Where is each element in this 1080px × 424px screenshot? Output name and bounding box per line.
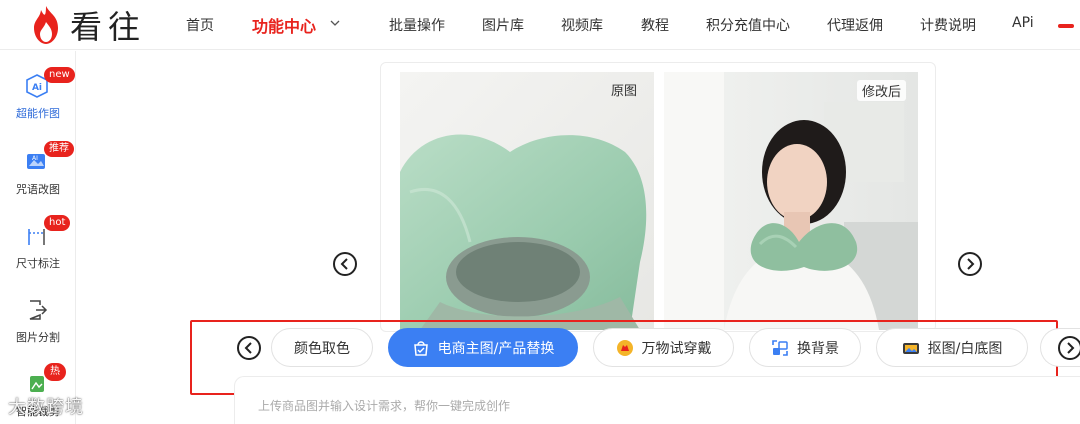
nav-right-accent bbox=[1058, 24, 1074, 28]
sidebar-item-label: 图片分割 bbox=[16, 331, 60, 344]
prompt-placeholder[interactable]: 上传商品图并输入设计需求，帮你一键完成创作 bbox=[258, 397, 510, 414]
nav-pricing[interactable]: 计费说明 bbox=[920, 15, 976, 35]
chevron-right-icon bbox=[967, 258, 975, 270]
recommend-badge: 推荐 bbox=[44, 141, 74, 157]
nav-affiliate[interactable]: 代理返佣 bbox=[827, 15, 883, 35]
nav-batch[interactable]: 批量操作 bbox=[389, 15, 445, 35]
modified-image bbox=[664, 72, 918, 330]
flame-logo-icon bbox=[34, 6, 58, 44]
tab-label: 颜色取色 bbox=[294, 340, 350, 357]
tab-change-background[interactable]: 换背景 bbox=[749, 328, 861, 367]
swap-background-icon bbox=[772, 339, 788, 356]
nav-video-library[interactable]: 视频库 bbox=[561, 15, 603, 35]
sidebar-item-prompt-edit[interactable]: AI 推荐 咒语改图 bbox=[0, 141, 76, 205]
brand-name: 看往 bbox=[70, 8, 147, 46]
nav-image-library[interactable]: 图片库 bbox=[482, 15, 524, 35]
tab-label: 换背景 bbox=[797, 340, 839, 357]
original-label: 原图 bbox=[611, 84, 638, 99]
sidebar: Ai new 超能作图 AI 推荐 咒语改图 hot 尺寸标注 图片分割 热 智… bbox=[0, 51, 76, 424]
tabs-prev-button[interactable] bbox=[237, 336, 261, 360]
shopping-bag-icon bbox=[413, 340, 428, 356]
sidebar-item-image-split[interactable]: 图片分割 bbox=[0, 291, 76, 353]
tab-ecommerce-product-replace[interactable]: 电商主图/产品替换 bbox=[388, 328, 578, 367]
sidebar-item-label: 超能作图 bbox=[16, 107, 60, 120]
sidebar-item-size-annotation[interactable]: hot 尺寸标注 bbox=[0, 215, 76, 279]
tab-label: 万物试穿戴 bbox=[641, 340, 712, 357]
sidebar-item-label: 尺寸标注 bbox=[16, 257, 60, 270]
tab-label: 电商主图/产品替换 bbox=[437, 340, 555, 357]
modified-label: 修改后 bbox=[857, 80, 907, 101]
watermark: 大数跨境 bbox=[8, 397, 84, 418]
tabs-next-button[interactable] bbox=[1058, 336, 1080, 360]
hot-badge: hot bbox=[44, 215, 71, 231]
nav-home[interactable]: 首页 bbox=[186, 15, 214, 35]
original-image bbox=[400, 72, 654, 330]
tab-virtual-try-on[interactable]: 万物试穿戴 bbox=[593, 328, 734, 367]
tab-color-picker[interactable]: 颜色取色 bbox=[271, 328, 373, 367]
cutout-icon bbox=[902, 342, 919, 354]
tab-cutout-white-background[interactable]: 抠图/白底图 bbox=[876, 328, 1028, 367]
chevron-left-icon bbox=[244, 342, 252, 354]
chevron-down-icon[interactable] bbox=[330, 17, 340, 29]
svg-text:Ai: Ai bbox=[32, 83, 42, 93]
top-navbar: 看往 首页 功能中心 批量操作 图片库 视频库 教程 积分充值中心 代理返佣 计… bbox=[0, 0, 1080, 50]
model-wearing-pillow-image bbox=[664, 72, 918, 330]
chevron-left-icon bbox=[340, 258, 348, 270]
svg-text:AI: AI bbox=[32, 155, 38, 162]
neck-pillow-image bbox=[400, 72, 654, 330]
chevron-right-icon bbox=[1067, 342, 1075, 354]
nav-recharge[interactable]: 积分充值中心 bbox=[706, 15, 790, 35]
logo[interactable]: 看往 bbox=[28, 2, 146, 48]
nav-tutorial[interactable]: 教程 bbox=[641, 15, 669, 35]
before-after-card: 原图 修改后 bbox=[380, 62, 936, 332]
tab-label: 抠图/白底图 bbox=[927, 340, 1003, 357]
split-icon bbox=[29, 300, 48, 320]
nav-feature-center[interactable]: 功能中心 bbox=[252, 13, 316, 37]
new-badge: new bbox=[44, 67, 75, 83]
try-on-icon bbox=[616, 339, 633, 356]
carousel-prev-button[interactable] bbox=[333, 252, 357, 276]
sidebar-item-super-draw[interactable]: Ai new 超能作图 bbox=[0, 67, 76, 131]
nav-api[interactable]: APi bbox=[1012, 15, 1034, 31]
hot-badge: 热 bbox=[44, 363, 66, 381]
carousel-next-button[interactable] bbox=[958, 252, 982, 276]
sidebar-item-label: 咒语改图 bbox=[16, 183, 60, 196]
